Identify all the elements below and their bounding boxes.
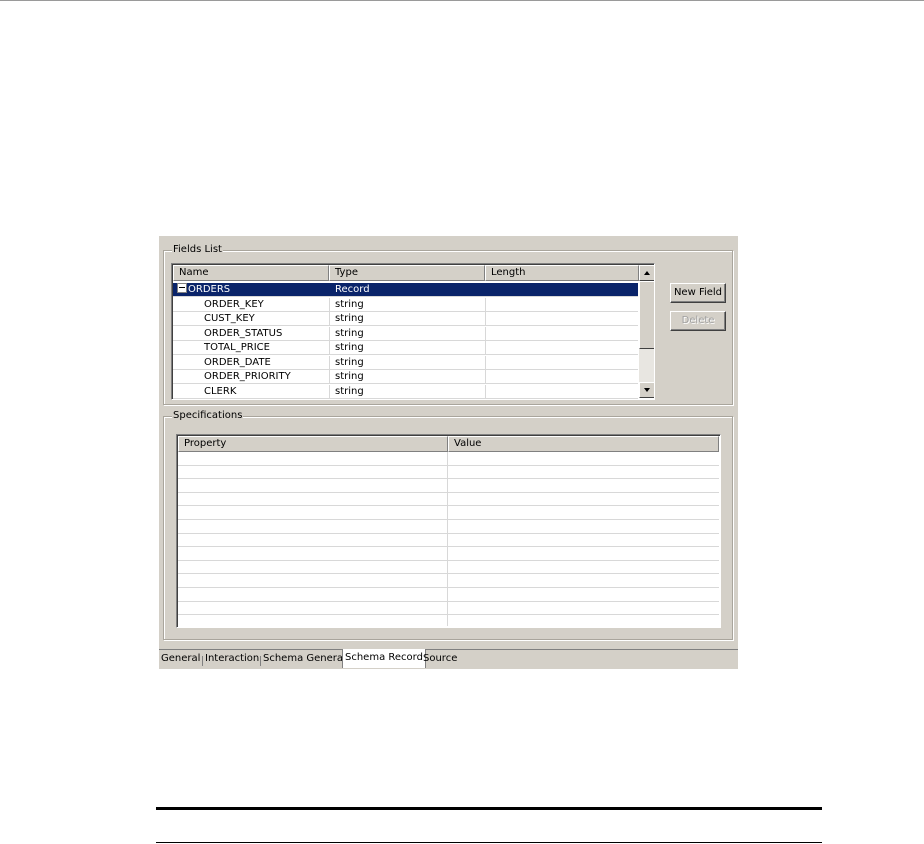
column-header-property[interactable]: Property: [178, 436, 448, 452]
field-length: [485, 341, 639, 354]
table-row[interactable]: [178, 452, 719, 466]
column-separator: [447, 452, 448, 465]
column-separator: [447, 492, 448, 506]
field-name: ORDER_STATUS: [204, 327, 283, 339]
field-type: string: [329, 355, 484, 369]
column-header-name[interactable]: Name: [173, 265, 329, 281]
field-type: string: [329, 341, 484, 354]
table-row[interactable]: [178, 533, 719, 548]
fields-list-title: Fields List: [172, 243, 223, 257]
field-type: string: [329, 370, 484, 383]
column-separator: [447, 601, 448, 615]
tab-label: Interaction: [205, 653, 260, 664]
table-row[interactable]: [178, 479, 719, 493]
table-row[interactable]: [178, 601, 719, 616]
delete-button[interactable]: Delete: [670, 311, 726, 331]
field-type: string: [329, 384, 484, 398]
column-separator: [447, 560, 448, 574]
table-row[interactable]: CLERK string: [173, 384, 639, 399]
column-separator: [447, 506, 448, 519]
table-row[interactable]: [178, 615, 719, 627]
tab-label: Schema Record: [345, 652, 423, 663]
field-type: string: [329, 312, 484, 325]
specifications-table[interactable]: Property Value: [176, 434, 721, 628]
field-name: CLERK: [204, 385, 237, 397]
schema-record-editor: Fields List Name Type Length ORDERS Reco…: [159, 236, 738, 669]
row-name-cell: ORDERS: [173, 283, 328, 296]
tab-general[interactable]: General: [159, 650, 202, 668]
tab-schema-record[interactable]: Schema Record: [342, 649, 426, 668]
table-row[interactable]: CUST_KEY string: [173, 312, 638, 326]
scroll-up-button[interactable]: [639, 265, 654, 281]
field-length: [485, 355, 639, 369]
scroll-thumb[interactable]: [639, 281, 654, 349]
tab-schema-general[interactable]: Schema General: [260, 650, 348, 668]
tab-divider: [260, 656, 261, 666]
field-name: ORDER_DATE: [204, 356, 271, 368]
page-top-rule: [0, 0, 924, 1]
field-name: TOTAL_PRICE: [204, 342, 270, 353]
field-length: [485, 297, 639, 311]
field-type: string: [329, 326, 484, 340]
table-row[interactable]: ORDER_DATE string: [173, 355, 639, 370]
fields-vertical-scrollbar[interactable]: [639, 265, 654, 398]
table-row[interactable]: ORDER_PRIORITY string: [173, 370, 638, 384]
specifications-group: Specifications Property Value: [163, 409, 733, 640]
field-length: [485, 283, 639, 296]
footer-thick-rule: [156, 807, 822, 810]
column-separator: [447, 615, 448, 627]
field-name: CUST_KEY: [204, 313, 255, 324]
field-type: string: [329, 297, 484, 311]
scroll-down-button[interactable]: [639, 382, 654, 398]
column-separator: [447, 533, 448, 547]
footer-thin-rule: [156, 842, 822, 843]
table-row-orders[interactable]: ORDERS Record: [173, 283, 638, 297]
arrow-up-icon: [644, 271, 650, 275]
column-separator: [447, 520, 448, 533]
tab-label: Schema General: [263, 653, 346, 664]
table-row[interactable]: [178, 574, 719, 588]
table-row[interactable]: [178, 465, 719, 480]
column-separator: [447, 588, 448, 601]
table-row[interactable]: [178, 506, 719, 520]
tab-source[interactable]: Source: [421, 650, 459, 668]
specifications-title: Specifications: [172, 409, 244, 423]
column-separator: [447, 547, 448, 560]
column-separator: [447, 479, 448, 492]
table-row[interactable]: ORDER_KEY string: [173, 297, 639, 312]
table-row[interactable]: ORDER_STATUS string: [173, 326, 639, 341]
table-row[interactable]: TOTAL_PRICE string: [173, 341, 638, 355]
column-separator: [447, 574, 448, 587]
table-row[interactable]: [178, 520, 719, 534]
tab-divider: [202, 656, 203, 666]
field-length: [485, 312, 639, 325]
tab-interaction[interactable]: Interaction: [202, 650, 261, 668]
field-name: ORDER_KEY: [204, 298, 264, 310]
tab-label: General: [161, 653, 201, 664]
collapse-icon[interactable]: [177, 283, 187, 293]
field-name: ORDERS: [188, 284, 231, 295]
table-row[interactable]: [178, 588, 719, 602]
fields-list-group: Fields List Name Type Length ORDERS Reco…: [163, 243, 733, 405]
field-length: [485, 384, 639, 398]
column-header-value[interactable]: Value: [448, 436, 719, 452]
fields-table[interactable]: Name Type Length ORDERS Record ORDER_KEY…: [171, 263, 655, 400]
table-row[interactable]: [178, 547, 719, 561]
table-row[interactable]: [178, 560, 719, 575]
field-type: Record: [329, 283, 484, 296]
column-header-length[interactable]: Length: [485, 265, 639, 281]
column-header-type[interactable]: Type: [329, 265, 485, 281]
editor-tab-bar: General Interaction Schema General Schem…: [159, 649, 738, 669]
tab-label: Source: [423, 653, 458, 664]
field-length: [485, 370, 639, 383]
new-field-button[interactable]: New Field: [670, 283, 726, 303]
column-separator: [447, 465, 448, 479]
field-length: [485, 326, 639, 340]
arrow-down-icon: [644, 388, 650, 392]
field-name: ORDER_PRIORITY: [204, 371, 291, 382]
table-row[interactable]: [178, 492, 719, 507]
